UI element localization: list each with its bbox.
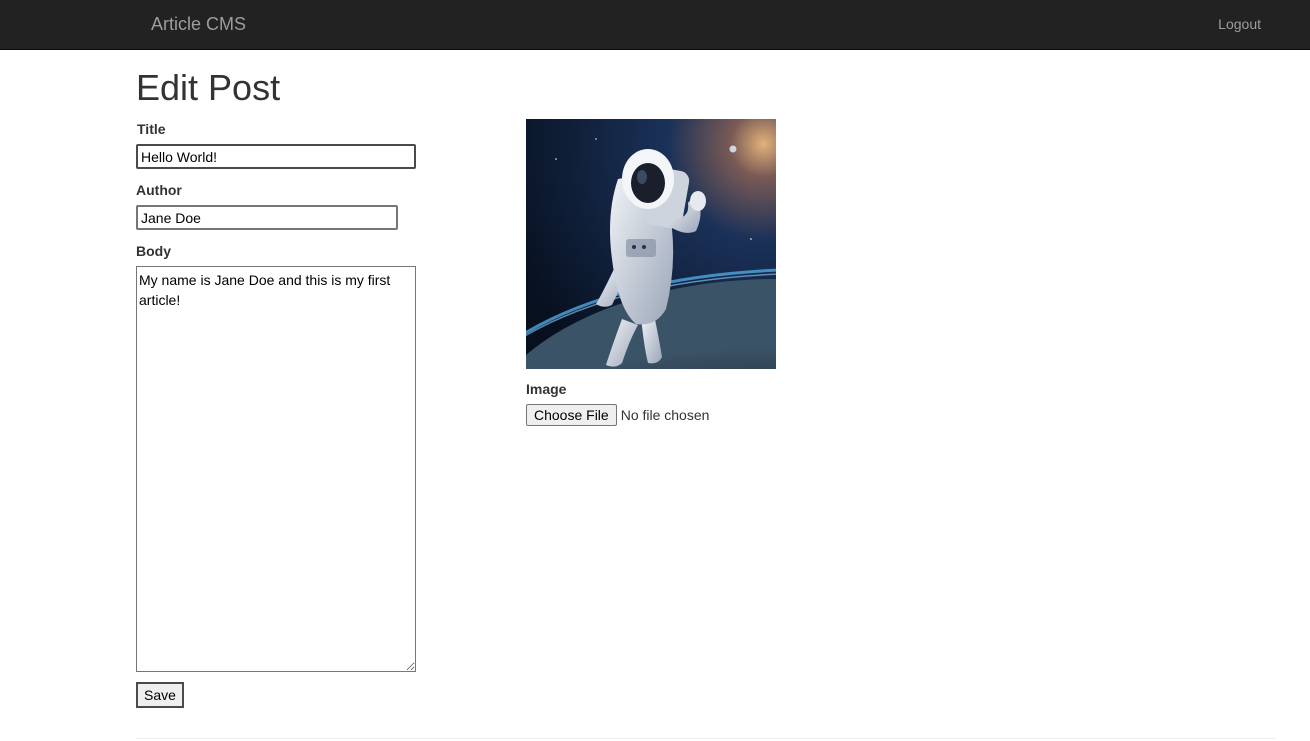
footer-divider bbox=[136, 738, 1276, 739]
author-input[interactable] bbox=[136, 205, 398, 230]
file-status-text: No file chosen bbox=[620, 407, 710, 423]
astronaut-image bbox=[526, 119, 776, 369]
page-title: Edit Post bbox=[136, 67, 281, 108]
brand-link[interactable]: Article CMS bbox=[151, 13, 246, 35]
title-input[interactable] bbox=[136, 144, 416, 169]
image-label: Image bbox=[526, 381, 567, 397]
title-label: Title bbox=[137, 121, 166, 137]
astronaut-image-graphic bbox=[526, 119, 776, 369]
image-file-input[interactable]: Choose File No file chosen bbox=[526, 404, 709, 426]
author-label: Author bbox=[136, 182, 182, 198]
save-button[interactable]: Save bbox=[136, 682, 184, 708]
top-navbar: Article CMS Logout bbox=[0, 0, 1310, 50]
body-label: Body bbox=[136, 243, 171, 259]
body-textarea[interactable]: My name is Jane Doe and this is my first… bbox=[136, 266, 416, 672]
choose-file-button[interactable]: Choose File bbox=[526, 404, 617, 426]
logout-link[interactable]: Logout bbox=[1218, 16, 1261, 33]
